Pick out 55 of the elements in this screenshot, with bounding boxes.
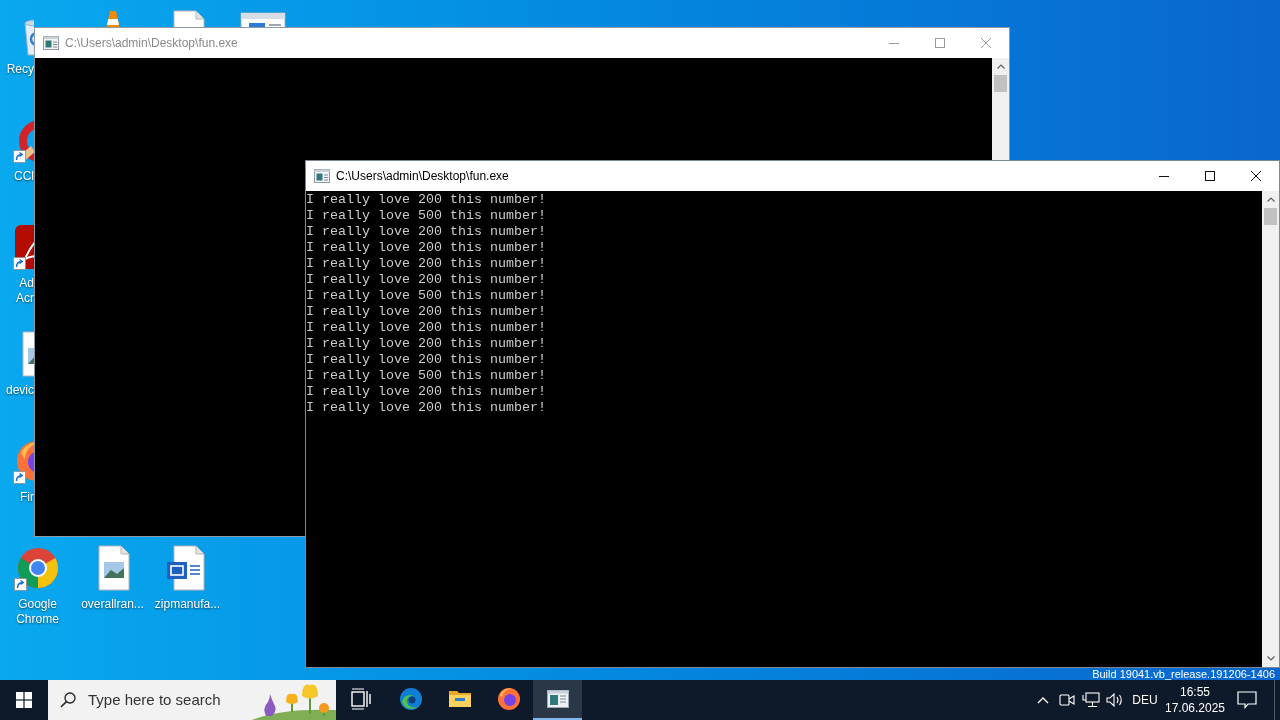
maximize-icon	[1205, 171, 1215, 181]
icon-label: CCl	[14, 169, 34, 184]
show-hidden-icons-icon[interactable]	[1037, 696, 1049, 704]
icon-label: overallran...	[80, 597, 145, 612]
console-line: I really love 200 this number!	[306, 384, 546, 400]
icon-label: Fir	[20, 490, 34, 505]
console-line: I really love 200 this number!	[306, 400, 546, 416]
taskbar-button[interactable]	[533, 680, 582, 720]
chevron-down-icon	[1266, 656, 1275, 661]
network-icon[interactable]	[1082, 692, 1100, 708]
console-line: I really love 200 this number!	[306, 192, 546, 208]
console-line: I really love 200 this number!	[306, 256, 546, 272]
volume-icon[interactable]	[1106, 692, 1124, 708]
search-icon	[60, 692, 76, 708]
window-title: C:\Users\admin\Desktop\fun.exe	[336, 168, 509, 185]
console-line: I really love 200 this number!	[306, 336, 546, 352]
chevron-up-icon	[996, 64, 1005, 69]
firefox-icon	[496, 687, 521, 711]
windows-logo-icon	[16, 692, 32, 708]
scrollbar[interactable]	[992, 58, 1009, 160]
icon-label: Ad Acr	[16, 276, 34, 306]
console-line: I really love 200 this number!	[306, 352, 546, 368]
console-app-icon	[43, 36, 59, 50]
search-field[interactable]: Type here to search	[48, 680, 336, 720]
console-line: I really love 500 this number!	[306, 288, 546, 304]
scroll-thumb[interactable]	[1264, 208, 1277, 225]
console-line: I really love 500 this number!	[306, 208, 546, 224]
scroll-thumb[interactable]	[994, 75, 1007, 92]
console-app-icon	[314, 169, 330, 183]
console-line: I really love 200 this number!	[306, 272, 546, 288]
clock-button[interactable]: 16:55 17.06.2025	[1163, 680, 1227, 720]
video-camera-icon[interactable]	[1059, 692, 1075, 708]
close-icon	[981, 38, 991, 48]
pdf-reader-icon[interactable]	[13, 223, 34, 271]
language-button[interactable]: DEU	[1127, 680, 1163, 720]
scrollbar[interactable]	[1262, 191, 1279, 667]
console-line: I really love 200 this number!	[306, 320, 546, 336]
console-line: I really love 200 this number!	[306, 240, 546, 256]
task-view-icon	[349, 687, 373, 711]
icon-label: zipmanufa...	[153, 597, 222, 612]
maximize-icon	[935, 38, 945, 48]
build-info-text: Build 19041.vb_release.191206-1406	[1092, 668, 1275, 680]
close-icon	[1251, 171, 1261, 181]
speech-bubble-icon	[1237, 691, 1257, 709]
app-window-icon[interactable]	[238, 9, 287, 27]
icon-label: Recy	[6, 62, 34, 77]
console-line: I really love 500 this number!	[306, 368, 546, 384]
console-line: I really love 200 this number!	[306, 304, 546, 320]
chevron-up-icon	[1266, 197, 1275, 202]
edge-icon	[398, 687, 423, 711]
console-line: I really love 200 this number!	[306, 224, 546, 240]
window-title: C:\Users\admin\Desktop\fun.exe	[65, 35, 238, 52]
icon-label: devic	[6, 383, 34, 398]
console-app-icon	[545, 687, 570, 711]
icon-label: Google Chrome	[15, 597, 60, 627]
